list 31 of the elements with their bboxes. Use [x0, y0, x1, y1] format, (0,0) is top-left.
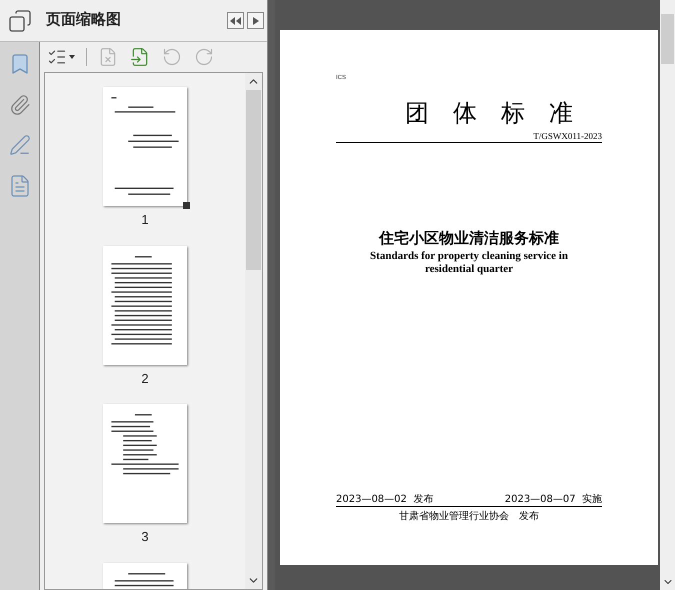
page-thumbnail[interactable] — [103, 246, 187, 364]
right-arrow-icon — [252, 16, 258, 24]
scrollbar-thumb[interactable] — [246, 90, 261, 270]
double-left-arrow-icon — [230, 16, 241, 24]
issue-date: 2023—08—02 发布 — [336, 494, 434, 506]
document-heading: 团 体 标 准 — [404, 98, 574, 129]
scrollbar[interactable] — [660, 0, 675, 590]
rotate-right-icon — [194, 47, 214, 67]
panel-title: 页面缩略图 — [46, 10, 122, 30]
selection-handle[interactable] — [183, 202, 190, 209]
page-number: 1 — [141, 211, 149, 229]
page-delete-icon — [98, 47, 118, 67]
pages-icon[interactable] — [8, 8, 32, 32]
rotate-left-icon — [162, 47, 182, 67]
title-english: Standards for property cleaning service in residential quarter — [369, 250, 569, 276]
caret-icon — [69, 55, 75, 59]
title-chinese: 住宅小区物业清洁服务标准 — [378, 228, 560, 249]
page-number: 2 — [141, 370, 149, 388]
effective-date: 2023—08—07 实施 — [504, 494, 602, 506]
page-number: 3 — [141, 528, 149, 546]
page-thumbnail[interactable] — [103, 87, 187, 206]
collapse-button[interactable] — [227, 12, 244, 29]
signature-icon[interactable] — [8, 134, 30, 156]
publisher: 甘肃省物业管理行业协会 发布 — [398, 510, 540, 524]
page-thumbnail[interactable] — [103, 404, 187, 523]
scrollbar[interactable] — [245, 73, 262, 589]
paperclip-icon[interactable] — [8, 94, 30, 116]
expand-button[interactable] — [247, 12, 264, 29]
scrollbar-thumb[interactable] — [661, 14, 674, 64]
standard-code: T/GSWX011-2023 — [336, 131, 602, 143]
page-insert-icon — [130, 47, 150, 67]
